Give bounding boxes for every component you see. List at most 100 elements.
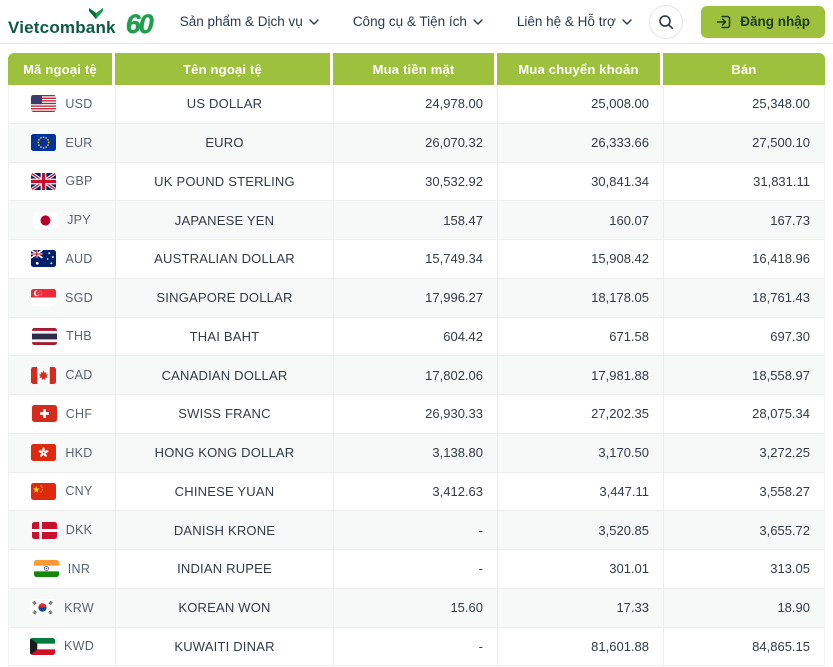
search-button[interactable] <box>649 4 684 39</box>
sell-value: 313.05 <box>770 561 810 577</box>
rate-row-dkk: DKK DANISH KRONE -3,520.85 3,655.72 <box>8 511 825 550</box>
currency-code: USD <box>65 96 93 111</box>
buy-transfer-value: 30,841.34 <box>498 162 664 201</box>
buy-transfer-value: 26,333.66 <box>498 123 664 162</box>
currency-name: CHINESE YUAN <box>116 472 334 511</box>
buy-transfer-value: 301.01 <box>498 550 664 588</box>
topbar-actions: Đăng nhập <box>649 4 825 39</box>
currency-code-cell: EUR <box>9 123 116 162</box>
buy-cash-value: - <box>334 550 498 588</box>
currency-code-cell: CAD <box>9 356 116 394</box>
sg-flag-icon <box>31 289 56 307</box>
currency-code-cell: DKK <box>9 511 116 549</box>
currency-name: AUSTRALIAN DOLLAR <box>116 240 334 278</box>
buy-cash-value: 15,749.34 <box>334 240 498 278</box>
currency-code-cell: KWD <box>9 627 116 666</box>
buy-transfer-value: 27,202.35 <box>498 395 664 433</box>
currency-code: THB <box>66 329 92 344</box>
login-button[interactable]: Đăng nhập <box>701 5 825 38</box>
buy-cash-value: 26,930.33 <box>334 395 498 433</box>
rate-row-cad: CAD CANADIAN DOLLAR 17,802.06 17,981.88 18,5… <box>8 356 825 395</box>
currency-code-cell: CHF <box>9 395 116 433</box>
col-header-buy-transfer: Mua chuyển khoản <box>497 53 663 85</box>
sell-value: 697.30 <box>770 328 810 344</box>
currency-code: SGD <box>65 290 93 305</box>
currency-code: CHF <box>65 406 93 421</box>
buy-transfer-value: 25,008.00 <box>498 85 664 123</box>
nav-item-tools[interactable]: Công cụ & Tiện ích <box>353 14 483 29</box>
chevron-down-icon <box>622 19 632 25</box>
top-navigation-bar: Vietcombank 60 Sản phẩm & Dịch vụ Công c… <box>0 0 833 44</box>
buy-transfer-value: 3,170.50 <box>498 433 664 472</box>
nav-item-support[interactable]: Liên hệ & Hỗ trợ <box>517 14 632 29</box>
currency-code: JPY <box>67 213 91 228</box>
cn-flag-icon <box>31 482 57 500</box>
buy-cash-value: 26,070.32 <box>334 123 498 162</box>
currency-name: CANADIAN DOLLAR <box>116 356 334 394</box>
currency-name: SINGAPORE DOLLAR <box>116 278 334 317</box>
ca-flag-icon <box>31 366 57 384</box>
currency-code: DKK <box>65 523 93 538</box>
buy-cash-value: 3,138.80 <box>334 433 498 472</box>
rate-row-cny: CNY CHINESE YUAN 3,412.63 3,447.11 3,558.27 <box>8 472 825 512</box>
buy-cash-value: 3,412.63 <box>334 472 498 511</box>
rate-row-eur: EUR EURO 26,070.32 26,333.66 27,500.10 <box>8 123 825 163</box>
gb-flag-icon <box>31 172 57 190</box>
col-header-currency-name: Tên ngoại tệ <box>115 53 333 85</box>
buy-cash-value: 17,802.06 <box>334 356 498 394</box>
currency-code-cell: USD <box>9 85 116 123</box>
search-icon <box>659 14 674 29</box>
rate-row-usd: USD US DOLLAR 24,978.00 25,008.00 25,348.00 <box>8 85 825 124</box>
currency-name: UK POUND STERLING <box>116 162 334 201</box>
vietcombank-wordmark: Vietcombank <box>8 7 116 36</box>
kr-flag-icon <box>30 599 56 617</box>
rate-row-jpy: JPY JAPANESE YEN 158.47 160.07 167.73 <box>8 201 825 240</box>
kw-flag-icon <box>29 637 55 655</box>
currency-name: US DOLLAR <box>116 85 334 123</box>
currency-code: KRW <box>64 600 94 615</box>
currency-code: KWD <box>63 639 95 654</box>
col-header-buy-cash: Mua tiền mặt <box>333 53 497 85</box>
rate-row-aud: AUD AUSTRALIAN DOLLAR 15,749.34 15,908.42 16… <box>8 240 825 279</box>
currency-name: SWISS FRANC <box>116 395 334 433</box>
chevron-down-icon <box>309 19 319 25</box>
eu-flag-icon <box>31 134 57 152</box>
buy-transfer-value: 17.33 <box>498 588 664 627</box>
col-header-sell: Bán <box>663 53 825 85</box>
currency-code-cell: SGD <box>9 278 116 317</box>
currency-code-cell: AUD <box>9 240 116 278</box>
buy-cash-value: 24,978.00 <box>334 85 498 123</box>
login-icon <box>717 15 731 28</box>
sell-value: 18,761.43 <box>752 290 810 306</box>
currency-code: GBP <box>65 174 93 189</box>
buy-cash-value: 158.47 <box>334 201 498 239</box>
currency-code-cell: CNY <box>9 472 116 511</box>
sell-value: 84,865.15 <box>752 638 810 654</box>
au-flag-icon <box>31 250 57 268</box>
sell-value: 16,418.96 <box>752 251 810 267</box>
sell-value: 25,348.00 <box>752 96 810 112</box>
vietcombank-logo[interactable]: Vietcombank 60 <box>8 7 154 37</box>
th-flag-icon <box>32 327 58 345</box>
hk-flag-icon <box>31 444 57 462</box>
nav-item-products[interactable]: Sản phẩm & Dịch vụ <box>180 14 319 29</box>
currency-name: KOREAN WON <box>116 588 334 627</box>
buy-transfer-value: 15,908.42 <box>498 240 664 278</box>
currency-code: CNY <box>65 484 93 499</box>
rate-row-krw: KRW KOREAN WON 15.60 17.33 18.90 <box>8 588 825 628</box>
sell-value: 3,655.72 <box>759 522 810 538</box>
sell-value: 18,558.97 <box>752 367 810 383</box>
sell-value: 167.73 <box>770 212 810 228</box>
buy-transfer-value: 18,178.05 <box>498 278 664 317</box>
buy-transfer-value: 3,447.11 <box>498 472 664 511</box>
table-header-row: Mã ngoại tệ Tên ngoại tệ Mua tiền mặt Mu… <box>8 53 825 85</box>
buy-transfer-value: 81,601.88 <box>498 627 664 666</box>
buy-transfer-value: 160.07 <box>498 201 664 239</box>
buy-cash-value: - <box>334 511 498 549</box>
rate-row-hkd: HKD HONG KONG DOLLAR 3,138.80 3,170.50 3,272… <box>8 433 825 473</box>
rate-row-gbp: GBP UK POUND STERLING 30,532.92 30,841.34 31… <box>8 162 825 202</box>
sell-value: 31,831.11 <box>753 173 810 189</box>
buy-transfer-value: 671.58 <box>498 317 664 356</box>
sell-value: 28,075.34 <box>752 406 810 422</box>
currency-name: HONG KONG DOLLAR <box>116 433 334 472</box>
